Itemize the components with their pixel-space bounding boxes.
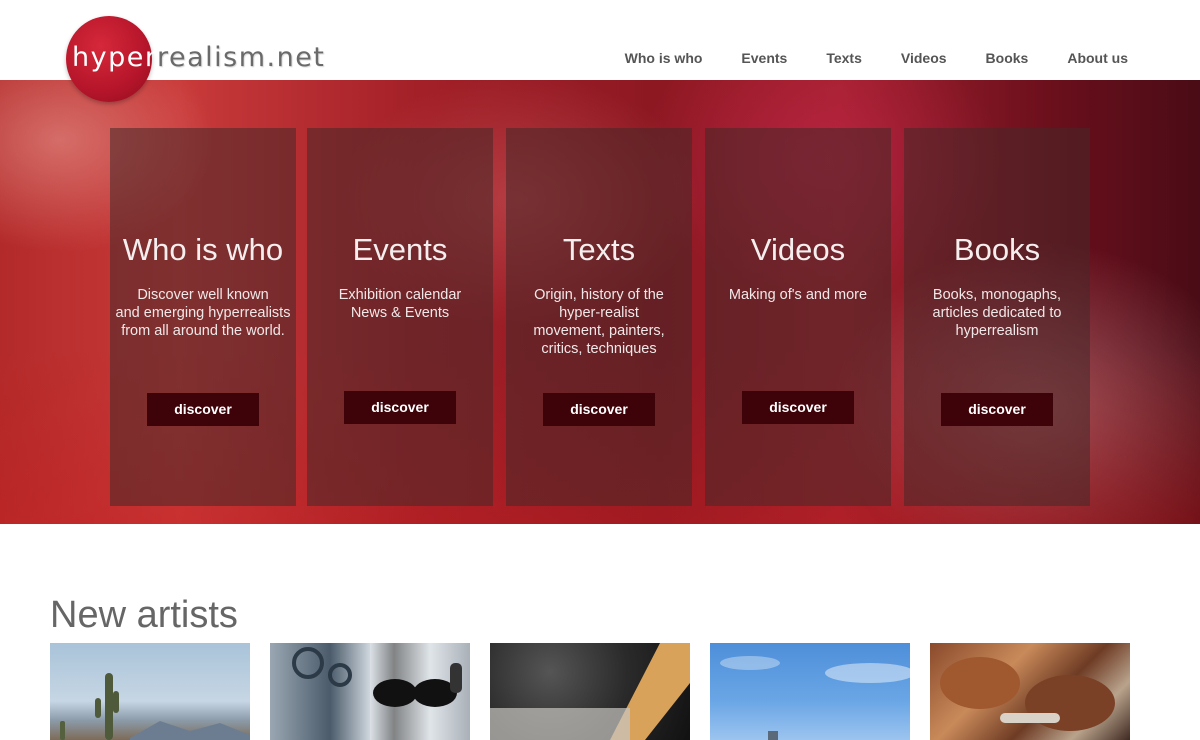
rusted-metal-image: [940, 657, 1115, 731]
card-title: Who is who: [122, 232, 284, 267]
nav-about-us[interactable]: About us: [1067, 50, 1128, 66]
card-description: Origin, history of the hyper-realist mov…: [533, 287, 665, 357]
logo-rest: realism.net: [156, 42, 326, 73]
card-title: Videos: [750, 232, 846, 267]
card-title: Events: [352, 232, 448, 267]
card-title: Texts: [562, 232, 636, 267]
artist-thumbnail[interactable]: [710, 643, 910, 740]
discover-button-events[interactable]: discover: [344, 391, 456, 424]
nav-texts[interactable]: Texts: [826, 50, 862, 66]
card-books: Books Books, monogaphs, articles dedicat…: [904, 128, 1090, 506]
cactus-landscape-image: [60, 673, 250, 740]
discover-button-who-is-who[interactable]: discover: [147, 393, 259, 426]
logo-text: hyperrealism.net: [72, 42, 325, 73]
discover-button-books[interactable]: discover: [941, 393, 1053, 426]
card-title: Books: [953, 232, 1041, 267]
card-videos: Videos Making of's and more discover: [705, 128, 891, 506]
artist-thumbnail[interactable]: [50, 643, 250, 740]
discover-button-videos[interactable]: discover: [742, 391, 854, 424]
blue-sky-image: [720, 656, 910, 740]
card-who-is-who: Who is who Discover well known and emerg…: [110, 128, 296, 506]
nav-who-is-who[interactable]: Who is who: [625, 50, 703, 66]
nav-books[interactable]: Books: [986, 50, 1029, 66]
hero-banner: Who is who Discover well known and emerg…: [0, 80, 1200, 524]
portrait-sunglasses-image: [292, 643, 470, 740]
nav-videos[interactable]: Videos: [901, 50, 947, 66]
nav-events[interactable]: Events: [741, 50, 787, 66]
card-events: Events Exhibition calendar News & Events…: [307, 128, 493, 506]
card-description: Books, monogaphs, articles dedicated to …: [932, 287, 1062, 339]
asphalt-texture-image: [490, 643, 690, 740]
card-description: Making of's and more: [728, 287, 868, 303]
artist-thumbnail[interactable]: [930, 643, 1130, 740]
main-nav: Who is who Events Texts Videos Books Abo…: [586, 50, 1128, 66]
artist-thumbnail[interactable]: [490, 643, 690, 740]
artist-thumbnail[interactable]: [270, 643, 470, 740]
section-title-new-artists: New artists: [50, 594, 238, 636]
discover-button-texts[interactable]: discover: [543, 393, 655, 426]
card-description: Discover well known and emerging hyperre…: [115, 287, 291, 339]
card-texts: Texts Origin, history of the hyper-reali…: [506, 128, 692, 506]
card-description: Exhibition calendar News & Events: [338, 287, 462, 321]
logo-hyper: hyper: [72, 42, 157, 73]
